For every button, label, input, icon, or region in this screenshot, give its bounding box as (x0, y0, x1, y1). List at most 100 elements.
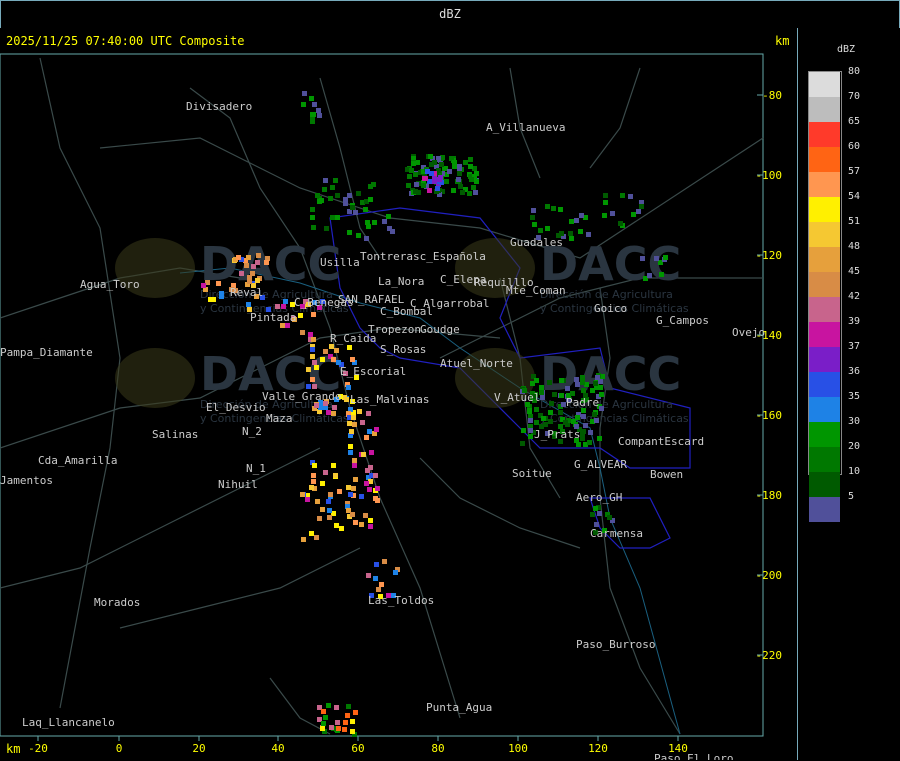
legend-title: dBZ (837, 44, 856, 55)
x-tick-label: 100 (508, 742, 528, 755)
legend-swatch (809, 122, 840, 147)
place-label: Carmensa (590, 527, 643, 540)
legend-swatch (809, 347, 840, 372)
legend-swatch (809, 472, 840, 497)
place-label: Paso_El_Loro (654, 752, 733, 760)
radar-map-canvas[interactable]: DACCDirección de Agriculturay Contingenc… (0, 28, 797, 760)
legend-label: 36 (848, 366, 861, 377)
legend-swatch (809, 147, 840, 172)
place-label: V_Atuel (494, 391, 540, 404)
x-tick-label: 20 (192, 742, 205, 755)
legend-entry: 45 (809, 266, 860, 297)
place-label: Salinas (152, 428, 198, 441)
place-label: Punta_Agua (426, 701, 492, 714)
legend-swatch (809, 397, 840, 422)
legend-label: 30 (848, 416, 861, 427)
legend-label: 42 (848, 291, 861, 302)
svg-text:DACC: DACC (540, 347, 681, 401)
legend-entry: 60 (809, 141, 860, 172)
place-label: Tontrerasc_Española (360, 250, 486, 263)
legend-label: 20 (848, 441, 861, 452)
legend-entry: 54 (809, 191, 860, 222)
legend-swatch (809, 197, 840, 222)
legend-label: 51 (848, 216, 861, 227)
legend-entry: 57 (809, 166, 860, 197)
place-label: Las_Toldos (368, 594, 434, 607)
place-label: Maza (266, 412, 293, 425)
x-tick-label: -20 (28, 742, 48, 755)
legend-entry: 70 (809, 91, 860, 122)
x-axis-unit: km (6, 742, 21, 756)
legend-entry: 10 (809, 466, 860, 497)
place-label: Laq_Llancanelo (22, 716, 115, 729)
x-tick-label: 80 (431, 742, 444, 755)
x-tick-label: 140 (668, 742, 688, 755)
place-label: CompantEscard (618, 435, 704, 448)
legend-label: 37 (848, 341, 861, 352)
place-label: N_1 (246, 462, 266, 475)
legend-label: 10 (848, 466, 861, 477)
y-tick-label: -180 (756, 489, 783, 502)
place-label: Morados (94, 596, 140, 609)
legend-swatch (809, 172, 840, 197)
place-label: Jamentos (0, 474, 53, 487)
legend-entry: 36 (809, 366, 860, 397)
place-label: G_Campos (656, 314, 709, 327)
x-tick-label: 0 (116, 742, 123, 755)
legend-label: 65 (848, 116, 861, 127)
legend-label: 5 (848, 491, 855, 502)
y-tick-label: -160 (756, 409, 783, 422)
legend-swatch (809, 297, 840, 322)
place-label: E_Escorial (340, 365, 406, 378)
place-label: J_Prats (534, 428, 580, 441)
place-label: N_2 (242, 425, 262, 438)
x-tick-label: 40 (271, 742, 284, 755)
y-tick-label: -80 (762, 89, 782, 102)
legend-swatch (809, 97, 840, 122)
legend-entry: 80 (809, 66, 860, 97)
legend-label: 45 (848, 266, 861, 277)
legend-swatch (809, 72, 840, 97)
y-tick-label: -140 (756, 329, 783, 342)
window-title: dBZ (439, 7, 461, 21)
legend-label: 39 (848, 316, 861, 327)
place-label: Las_Malvinas (350, 393, 429, 406)
legend-swatch (809, 372, 840, 397)
place-label: Pintada (250, 311, 296, 324)
radar-map[interactable]: DACC Dirección de Agricultura y Contingenc… (0, 28, 798, 760)
place-label: Soitue (512, 467, 552, 480)
color-scale: 80 70 65 60 57 54 51 48 45 42 39 37 36 35 30 20 10 5 (809, 66, 860, 522)
legend-label: 80 (848, 66, 861, 77)
place-label: Pampa_Diamante (0, 346, 93, 359)
legend-label: 48 (848, 241, 861, 252)
legend-entry: 5 (809, 491, 854, 522)
legend-entry: 39 (809, 316, 860, 347)
place-label: Reval (230, 286, 263, 299)
legend-entry: 30 (809, 416, 860, 447)
legend-label: 60 (848, 141, 861, 152)
y-tick-label: -100 (756, 169, 783, 182)
place-label: Cda_Amarilla (38, 454, 117, 467)
place-label: R_Caida (330, 332, 376, 345)
timestamp-label: 2025/11/25 07:40:00 UTC Composite (6, 34, 245, 48)
place-label: Divisadero (186, 100, 252, 113)
x-tick-label: 120 (588, 742, 608, 755)
legend-swatch (809, 447, 840, 472)
place-label: Goico (594, 302, 627, 315)
place-label: Valle_Grande (262, 390, 341, 403)
legend-swatch (809, 247, 840, 272)
place-label: Atuel_Norte (440, 357, 513, 370)
legend-swatch (809, 322, 840, 347)
legend-entry: 20 (809, 441, 860, 472)
y-axis-unit: km (775, 34, 790, 48)
place-label: S_Rosas (380, 343, 426, 356)
place-label: G_ALVEAR (574, 458, 627, 471)
legend-label: 57 (848, 166, 861, 177)
legend-swatch (809, 222, 840, 247)
place-label: A_Villanueva (486, 121, 565, 134)
place-label: Paso_Burroso (576, 638, 655, 651)
place-label: Goudge (420, 323, 460, 336)
legend-panel: dBZ 80 70 65 60 57 54 51 48 45 42 39 37 36 35 30 20 10 5 (798, 28, 900, 761)
legend-entry: 37 (809, 341, 860, 372)
place-label: Guadales (510, 236, 563, 249)
